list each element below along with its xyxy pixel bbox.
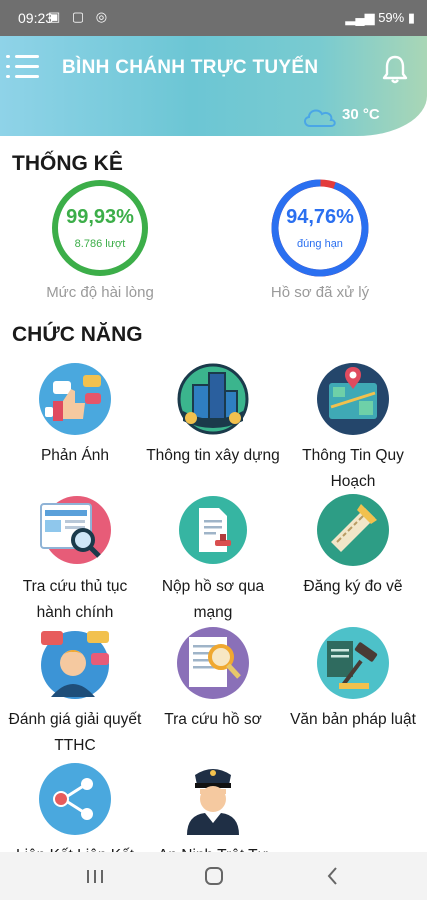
app-header: BÌNH CHÁNH TRỰC TUYẾN 30 °C (0, 36, 427, 136)
law-gavel-icon (317, 627, 389, 699)
battery-icon: ▮ (404, 10, 415, 25)
signal-icon: ▂▄▆ (345, 10, 379, 25)
functions-title: CHỨC NĂNG (12, 323, 143, 346)
function-label: Thông Tin Quy Hoạch (302, 447, 404, 490)
function-label: Phản Ánh (40, 447, 110, 464)
function-item-document-search[interactable]: Tra cứu hồ sơ (142, 627, 284, 733)
status-right: ▂▄▆ 59% ▮ (345, 10, 415, 26)
building-icon (177, 363, 249, 435)
notification-icons: ▣ ▢ ◎ (48, 9, 112, 24)
survey-ruler-icon (317, 494, 389, 566)
app-title: BÌNH CHÁNH TRỰC TUYẾN (62, 57, 319, 78)
procedure-search-icon (40, 496, 111, 564)
planning-map-icon (317, 363, 389, 435)
processed-value: 94,76% (286, 206, 354, 228)
rating-person-icon (41, 631, 109, 699)
share-icon (39, 763, 111, 835)
function-item-feedback[interactable]: Phản Ánh (4, 363, 146, 469)
satisfaction-value: 99,93% (66, 206, 134, 228)
satisfaction-count: 8.786 lượt (74, 238, 126, 250)
online-submit-icon (179, 496, 247, 564)
processed-caption: Hồ sơ đã xử lý (270, 284, 370, 301)
function-item-survey[interactable]: Đăng ký đo vẽ (282, 494, 424, 600)
processed-sub: đúng hạn (297, 238, 343, 250)
function-label: Tra cứu hồ sơ (164, 711, 262, 728)
function-label: Tra cứu thủ tục hành chính (22, 578, 128, 621)
back-icon[interactable] (318, 862, 348, 890)
function-item-planning[interactable]: Thông Tin Quy Hoạch (282, 363, 424, 495)
feedback-icon (39, 363, 111, 435)
stats-title: THỐNG KÊ (12, 152, 123, 175)
function-label: Văn bản pháp luật (290, 711, 416, 728)
police-officer-icon (187, 769, 239, 835)
function-item-procedure-search[interactable]: Tra cứu thủ tục hành chính (4, 494, 146, 626)
function-label: Đăng ký đo vẽ (303, 578, 403, 595)
battery-level: 59% (378, 10, 405, 25)
home-icon[interactable] (199, 862, 229, 890)
function-item-rating[interactable]: Đánh giá giải quyết TTHC (4, 627, 146, 759)
system-nav-bar (0, 852, 427, 900)
function-item-online-submit[interactable]: Nộp hồ sơ qua mạng (142, 494, 284, 626)
cloud-icon (304, 109, 336, 127)
function-label: Đánh giá giải quyết TTHC (8, 711, 142, 754)
function-item-law[interactable]: Văn bản pháp luật (282, 627, 424, 733)
function-label: Thông tin xây dựng (146, 447, 280, 464)
recents-icon[interactable] (80, 862, 110, 890)
satisfaction-caption: Mức độ hài lòng (46, 284, 154, 301)
status-bar: 09:23 ▣ ▢ ◎ ▂▄▆ 59% ▮ (0, 0, 427, 36)
menu-icon[interactable] (6, 52, 40, 82)
temperature: 30 °C (342, 106, 380, 123)
document-search-icon (177, 627, 249, 699)
bell-icon[interactable] (382, 54, 408, 84)
function-item-building[interactable]: Thông tin xây dựng (142, 363, 284, 469)
function-label: Nộp hồ sơ qua mạng (161, 578, 265, 621)
